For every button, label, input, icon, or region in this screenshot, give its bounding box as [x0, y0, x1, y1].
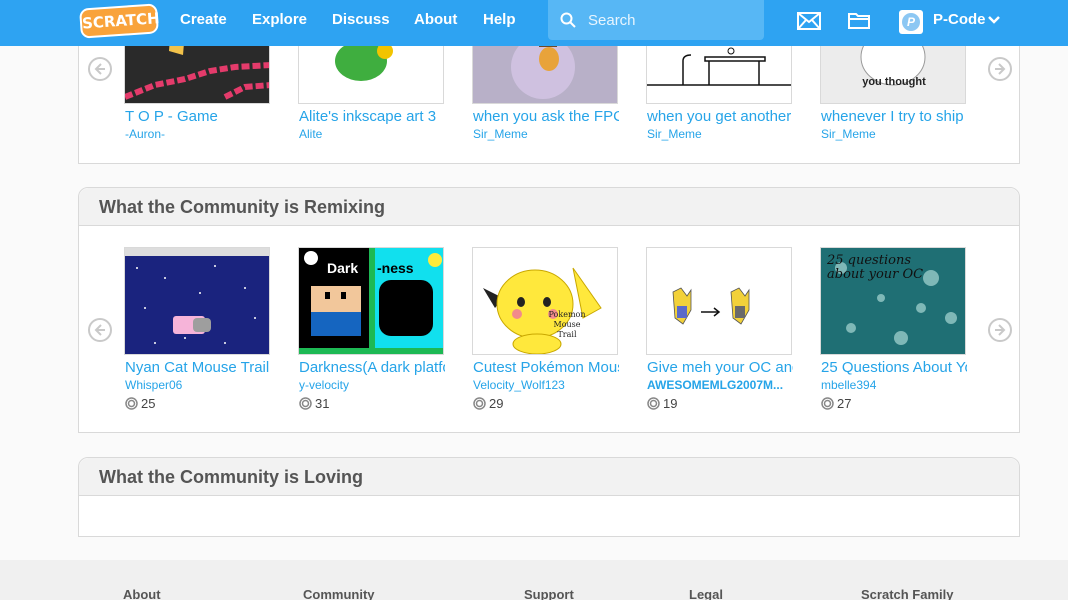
my-stuff-folder-icon[interactable] [848, 11, 870, 29]
nav-create[interactable]: Create [180, 0, 227, 46]
loving-header: What the Community is Loving [79, 458, 1019, 496]
carousel-next-button[interactable] [988, 318, 1012, 342]
project-thumbnail[interactable]: Dark -ness [298, 247, 444, 355]
footer-about[interactable]: About [123, 587, 161, 600]
remixing-header: What the Community is Remixing [79, 188, 1019, 226]
carousel-next-button[interactable] [988, 57, 1012, 81]
remix-icon [821, 397, 834, 410]
project-title[interactable]: Cutest Pokémon Mouse Trail [473, 359, 619, 376]
project-thumbnail[interactable] [124, 247, 270, 355]
footer-community[interactable]: Community [303, 587, 375, 600]
project-title[interactable]: Nyan Cat Mouse Trail [125, 359, 271, 376]
footer-scratch-family[interactable]: Scratch Family [861, 587, 954, 600]
remixing-title: What the Community is Remixing [99, 197, 386, 217]
nav-about[interactable]: About [414, 0, 457, 46]
project-author[interactable]: -Auron- [125, 127, 271, 141]
footer-support[interactable]: Support [524, 587, 574, 600]
project-title[interactable]: 25 Questions About Your OC [821, 359, 967, 376]
chevron-down-icon[interactable] [988, 16, 1000, 24]
remix-icon [647, 397, 660, 410]
project-title[interactable]: Darkness(A dark platformer) [299, 359, 445, 376]
project-thumbnail[interactable]: Pokemon Mouse Trail [472, 247, 618, 355]
featured-row-box: T O P - Game -Auron- Alite's inkscape ar… [78, 26, 1020, 164]
nav-explore[interactable]: Explore [252, 0, 307, 46]
thumbnail-caption: you thought [862, 76, 926, 88]
scratch-logo[interactable]: SCRATCH [79, 3, 160, 39]
project-thumbnail[interactable]: 25 questions about your OC [820, 247, 966, 355]
project-title[interactable]: Alite's inkscape art 3 [299, 108, 445, 125]
avatar[interactable]: P [899, 10, 923, 34]
footer-legal[interactable]: Legal [689, 587, 723, 600]
loving-box: What the Community is Loving [78, 457, 1020, 537]
project-title[interactable]: Give meh your OC and [647, 359, 793, 376]
project-title[interactable]: when you get another [647, 108, 793, 125]
project-title[interactable]: whenever I try to ship [821, 108, 967, 125]
project-author[interactable]: Sir_Meme [821, 127, 967, 141]
project-title[interactable]: when you ask the FPC [473, 108, 619, 125]
project-thumbnail[interactable] [646, 247, 792, 355]
arrow-right-icon [995, 63, 1006, 75]
project-author[interactable]: y-velocity [299, 378, 445, 392]
project-author[interactable]: Velocity_Wolf123 [473, 378, 619, 392]
search-input[interactable] [588, 10, 756, 30]
remix-icon [473, 397, 486, 410]
arrow-left-icon [94, 324, 105, 336]
messages-icon[interactable] [797, 12, 821, 30]
username[interactable]: P-Code [933, 0, 986, 40]
project-title[interactable]: T O P - Game [125, 108, 271, 125]
arrow-left-icon [94, 63, 105, 75]
remix-icon [299, 397, 312, 410]
project-author[interactable]: Whisper06 [125, 378, 271, 392]
project-author[interactable]: Sir_Meme [647, 127, 793, 141]
project-author[interactable]: AWESOMEMLG2007M... [647, 378, 793, 392]
carousel-prev-button[interactable] [88, 57, 112, 81]
search-box[interactable] [548, 0, 764, 40]
nav-discuss[interactable]: Discuss [332, 0, 390, 46]
remix-icon [125, 397, 138, 410]
loving-title: What the Community is Loving [99, 467, 363, 487]
footer: About Community Support Legal Scratch Fa… [0, 560, 1068, 600]
carousel-prev-button[interactable] [88, 318, 112, 342]
nav-help[interactable]: Help [483, 0, 516, 46]
top-nav: SCRATCH Create Explore Discuss About Hel… [0, 0, 1068, 46]
project-author[interactable]: Sir_Meme [473, 127, 619, 141]
project-author[interactable]: mbelle394 [821, 378, 967, 392]
project-author[interactable]: Alite [299, 127, 445, 141]
thumbnail-caption: 25 questions about your OC [827, 253, 924, 282]
remixing-box: What the Community is Remixing Nyan Cat … [78, 187, 1020, 433]
arrow-right-icon [995, 324, 1006, 336]
thumbnail-caption: Pokemon Mouse Trail [548, 310, 586, 339]
search-icon [560, 12, 576, 28]
